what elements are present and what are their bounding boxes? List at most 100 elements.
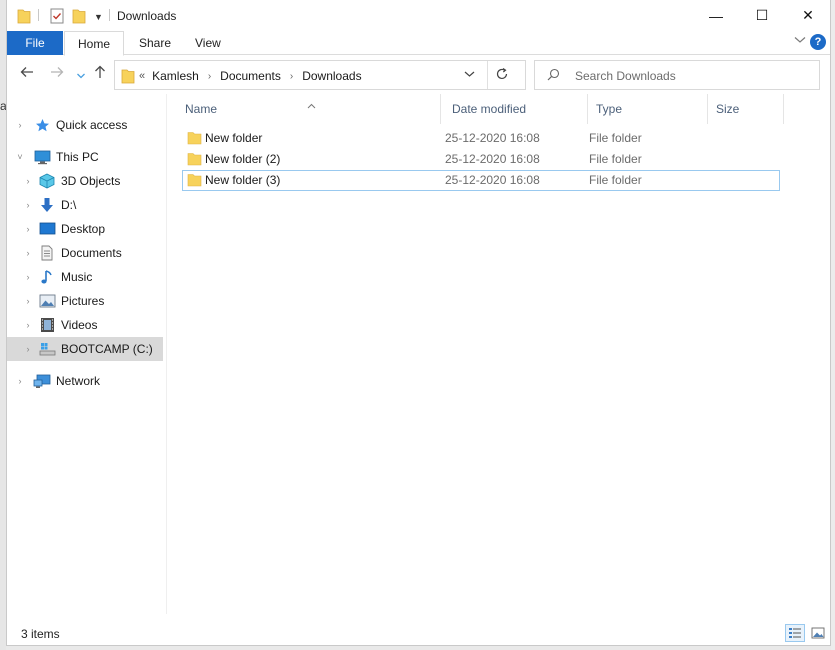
column-divider[interactable] bbox=[440, 94, 441, 124]
folder-icon bbox=[187, 152, 202, 169]
sidebar-item-label: 3D Objects bbox=[61, 174, 121, 188]
details-view-icon[interactable] bbox=[785, 624, 805, 642]
navigation-bar: « Kamlesh › Documents › Downloads Search… bbox=[7, 56, 830, 94]
ribbon-tabs: File Home Share View ? bbox=[7, 31, 830, 56]
chevron-right-icon[interactable]: › bbox=[22, 272, 34, 282]
up-button[interactable] bbox=[89, 65, 111, 83]
chevron-right-icon[interactable]: › bbox=[14, 120, 26, 130]
sidebar-item-label: Quick access bbox=[56, 118, 128, 132]
table-row[interactable]: New folder (2) 25-12-2020 16:08 File fol… bbox=[182, 149, 780, 170]
file-date: 25-12-2020 16:08 bbox=[445, 131, 540, 145]
sidebar-item-label: This PC bbox=[56, 150, 99, 164]
address-history-dropdown-icon[interactable] bbox=[464, 70, 475, 81]
large-icons-view-icon[interactable] bbox=[808, 624, 828, 642]
background-right-edge bbox=[831, 0, 835, 650]
sidebar-item-documents[interactable]: › Documents bbox=[7, 241, 163, 265]
sidebar-item-3d-objects[interactable]: › 3D Objects bbox=[7, 169, 163, 193]
toolbar-separator bbox=[109, 9, 110, 21]
sidebar-item-label: Documents bbox=[61, 246, 122, 260]
download-arrow-icon bbox=[38, 197, 56, 213]
table-row[interactable]: New folder 25-12-2020 16:08 File folder bbox=[182, 128, 780, 149]
help-icon[interactable]: ? bbox=[810, 34, 826, 50]
pane-divider[interactable] bbox=[166, 94, 167, 614]
sidebar-item-d-drive[interactable]: › D:\ bbox=[7, 193, 163, 217]
sidebar-item-this-pc[interactable]: ˅ This PC bbox=[7, 145, 163, 169]
sort-ascending-icon bbox=[307, 91, 316, 121]
address-bar[interactable]: « Kamlesh › Documents › Downloads bbox=[114, 60, 526, 90]
file-explorer-window: ▼ Downloads — ☐ ✕ File Home Share View ? bbox=[6, 0, 831, 646]
new-folder-icon[interactable] bbox=[72, 8, 86, 27]
address-divider bbox=[487, 61, 488, 89]
column-divider[interactable] bbox=[783, 94, 784, 124]
sidebar-item-desktop[interactable]: › Desktop bbox=[7, 217, 163, 241]
desktop-icon bbox=[38, 221, 56, 237]
sidebar-item-music[interactable]: › Music bbox=[7, 265, 163, 289]
picture-icon bbox=[38, 293, 56, 309]
sidebar-item-quick-access[interactable]: › Quick access bbox=[7, 113, 163, 137]
chevron-right-icon[interactable]: › bbox=[22, 224, 34, 234]
file-name: New folder (2) bbox=[205, 152, 281, 166]
music-note-icon bbox=[38, 269, 56, 285]
back-button[interactable] bbox=[16, 65, 38, 82]
sidebar-item-network[interactable]: › Network bbox=[7, 369, 163, 393]
chevron-right-icon[interactable]: › bbox=[22, 320, 34, 330]
search-box[interactable]: Search Downloads bbox=[534, 60, 820, 90]
tab-share[interactable]: Share bbox=[128, 31, 182, 55]
column-header-date-modified[interactable]: Date modified bbox=[444, 94, 588, 124]
breadcrumb-item[interactable]: Documents bbox=[220, 69, 281, 83]
chevron-right-icon[interactable]: › bbox=[290, 71, 293, 82]
breadcrumb-item[interactable]: Downloads bbox=[302, 69, 361, 83]
sidebar-item-videos[interactable]: › Videos bbox=[7, 313, 163, 337]
sidebar-item-label: Videos bbox=[61, 318, 98, 332]
chevron-right-icon[interactable]: › bbox=[208, 71, 211, 82]
chevron-right-icon[interactable]: › bbox=[22, 296, 34, 306]
tab-file[interactable]: File bbox=[7, 31, 63, 55]
title-bar: ▼ Downloads — ☐ ✕ bbox=[7, 0, 830, 31]
chevron-down-icon[interactable]: ˅ bbox=[14, 152, 26, 162]
film-icon bbox=[38, 317, 56, 333]
minimize-button[interactable]: — bbox=[693, 0, 739, 31]
column-header-label: Type bbox=[596, 102, 623, 116]
maximize-button[interactable]: ☐ bbox=[739, 0, 785, 31]
star-icon bbox=[33, 117, 51, 133]
search-icon bbox=[547, 68, 560, 84]
network-icon bbox=[33, 373, 51, 389]
file-name: New folder (3) bbox=[205, 173, 281, 187]
chevron-right-icon[interactable]: › bbox=[22, 248, 34, 258]
folder-icon bbox=[121, 68, 135, 87]
column-header-label: Name bbox=[185, 102, 218, 116]
table-row[interactable]: New folder (3) 25-12-2020 16:08 File fol… bbox=[182, 170, 780, 191]
navigation-pane: › Quick access ˅ This PC › 3D Objects › bbox=[7, 94, 167, 619]
sidebar-item-label: D:\ bbox=[61, 198, 77, 212]
file-type: File folder bbox=[589, 152, 642, 166]
chevron-right-icon[interactable]: › bbox=[14, 376, 26, 386]
item-count: 3 items bbox=[21, 627, 60, 641]
file-date: 25-12-2020 16:08 bbox=[445, 173, 540, 187]
chevron-right-icon[interactable]: › bbox=[22, 176, 34, 186]
sidebar-item-label: Desktop bbox=[61, 222, 106, 236]
breadcrumb-overflow[interactable]: « bbox=[139, 70, 145, 82]
column-header-label: Size bbox=[716, 102, 740, 116]
close-button[interactable]: ✕ bbox=[785, 0, 831, 31]
sidebar-item-label: Music bbox=[61, 270, 93, 284]
sidebar-item-pictures[interactable]: › Pictures bbox=[7, 289, 163, 313]
file-date: 25-12-2020 16:08 bbox=[445, 152, 540, 166]
column-header-type[interactable]: Type bbox=[588, 94, 708, 124]
breadcrumb-item[interactable]: Kamlesh bbox=[152, 69, 199, 83]
chevron-right-icon[interactable]: › bbox=[22, 200, 34, 210]
forward-button[interactable] bbox=[46, 65, 68, 82]
sidebar-item-bootcamp-drive[interactable]: › BOOTCAMP (C:) bbox=[7, 337, 163, 361]
tab-view[interactable]: View bbox=[184, 31, 232, 55]
search-placeholder: Search Downloads bbox=[575, 69, 676, 83]
expand-ribbon-icon[interactable] bbox=[794, 36, 806, 47]
chevron-right-icon[interactable]: › bbox=[22, 344, 34, 354]
computer-icon bbox=[33, 149, 51, 165]
tab-home[interactable]: Home bbox=[64, 31, 124, 56]
customize-toolbar-dropdown-icon[interactable]: ▼ bbox=[94, 12, 103, 22]
file-type: File folder bbox=[589, 173, 642, 187]
column-header-name[interactable]: Name bbox=[177, 94, 441, 124]
drive-icon bbox=[38, 341, 56, 357]
properties-icon[interactable] bbox=[50, 8, 64, 27]
refresh-button[interactable] bbox=[495, 67, 509, 84]
column-header-size[interactable]: Size bbox=[708, 94, 784, 124]
